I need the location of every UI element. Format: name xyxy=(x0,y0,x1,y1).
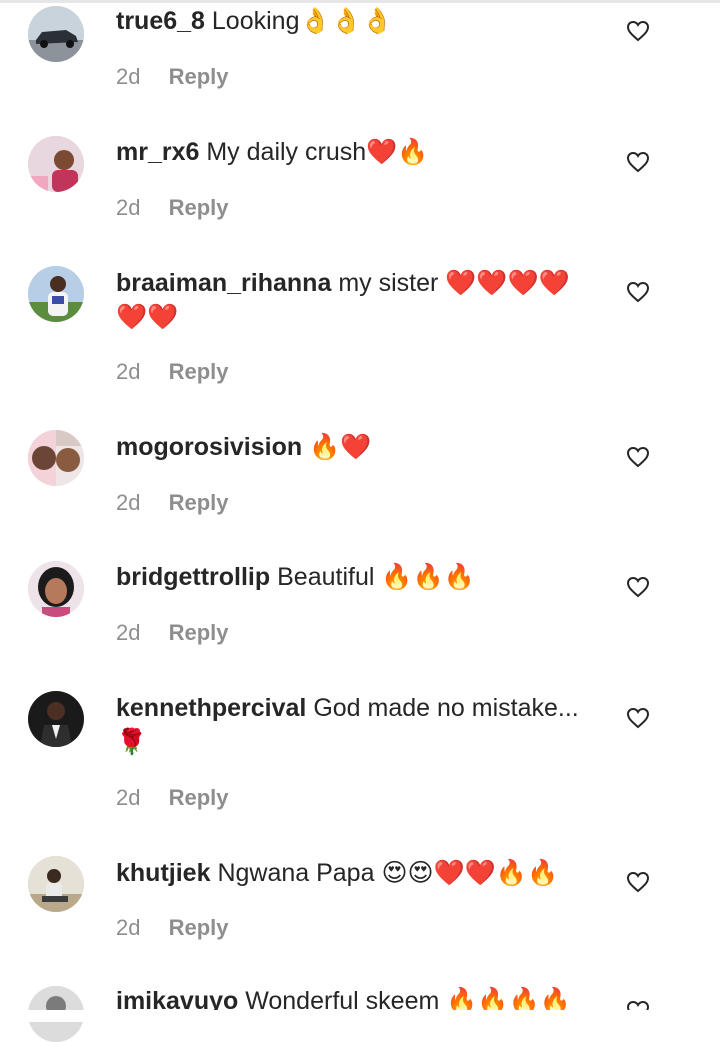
comment-text: 🔥❤️ xyxy=(309,433,372,461)
like-heart-icon[interactable] xyxy=(626,20,650,42)
comment-username[interactable]: true6_8 xyxy=(116,7,205,35)
avatar[interactable] xyxy=(28,691,84,747)
reply-button[interactable]: Reply xyxy=(169,359,229,384)
comment-username[interactable]: khutjiek xyxy=(116,859,210,887)
comment-timestamp: 2d xyxy=(116,620,141,645)
avatar[interactable] xyxy=(28,266,84,322)
top-edge-divider xyxy=(0,0,720,3)
comment-timestamp: 2d xyxy=(116,359,141,384)
comment-username[interactable]: mogorosivision xyxy=(116,433,302,461)
like-heart-icon[interactable] xyxy=(626,871,650,893)
comment-timestamp: 2d xyxy=(116,915,141,940)
comment-username[interactable]: kennethpercival xyxy=(116,694,306,722)
reply-button[interactable]: Reply xyxy=(169,785,229,810)
like-heart-icon[interactable] xyxy=(626,707,650,729)
comment-text: My daily crush❤️🔥 xyxy=(206,138,429,166)
avatar[interactable] xyxy=(28,561,84,617)
comment-timestamp: 2d xyxy=(116,490,141,515)
avatar[interactable] xyxy=(28,6,84,62)
comment-text: Looking👌👌👌 xyxy=(211,7,393,35)
like-heart-icon[interactable] xyxy=(626,576,650,598)
reply-button[interactable]: Reply xyxy=(169,915,229,940)
comment-text: Beautiful 🔥🔥🔥 xyxy=(277,563,475,591)
comment-timestamp: 2d xyxy=(116,195,141,220)
reply-button[interactable]: Reply xyxy=(169,64,229,89)
avatar[interactable] xyxy=(28,856,84,912)
reply-button[interactable]: Reply xyxy=(169,620,229,645)
reply-button[interactable]: Reply xyxy=(169,490,229,515)
avatar[interactable] xyxy=(28,430,84,486)
like-heart-icon[interactable] xyxy=(626,151,650,173)
comment-text: Ngwana Papa 😍😍❤️❤️🔥🔥 xyxy=(217,859,559,887)
comment-timestamp: 2d xyxy=(116,785,141,810)
bottom-edge xyxy=(0,1010,720,1022)
comment-username[interactable]: bridgettrollip xyxy=(116,563,270,591)
comment-username[interactable]: braaiman_rihanna xyxy=(116,269,331,297)
avatar[interactable] xyxy=(28,136,84,192)
comment-username[interactable]: mr_rx6 xyxy=(116,138,199,166)
like-heart-icon[interactable] xyxy=(626,446,650,468)
comment-timestamp: 2d xyxy=(116,64,141,89)
like-heart-icon[interactable] xyxy=(626,281,650,303)
reply-button[interactable]: Reply xyxy=(169,195,229,220)
